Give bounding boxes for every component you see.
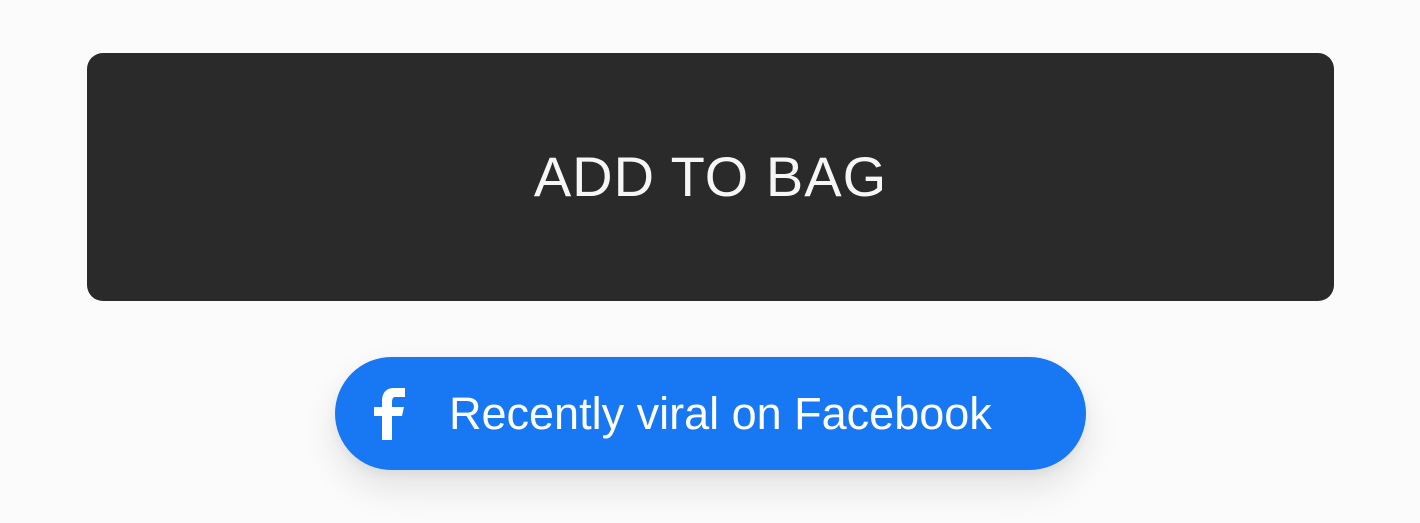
viral-badge-label: Recently viral on Facebook xyxy=(449,388,992,439)
add-to-bag-button[interactable]: ADD TO BAG xyxy=(87,53,1334,301)
add-to-bag-label: ADD TO BAG xyxy=(533,145,888,208)
viral-on-facebook-badge[interactable]: Recently viral on Facebook xyxy=(335,357,1086,470)
facebook-icon xyxy=(373,387,407,440)
